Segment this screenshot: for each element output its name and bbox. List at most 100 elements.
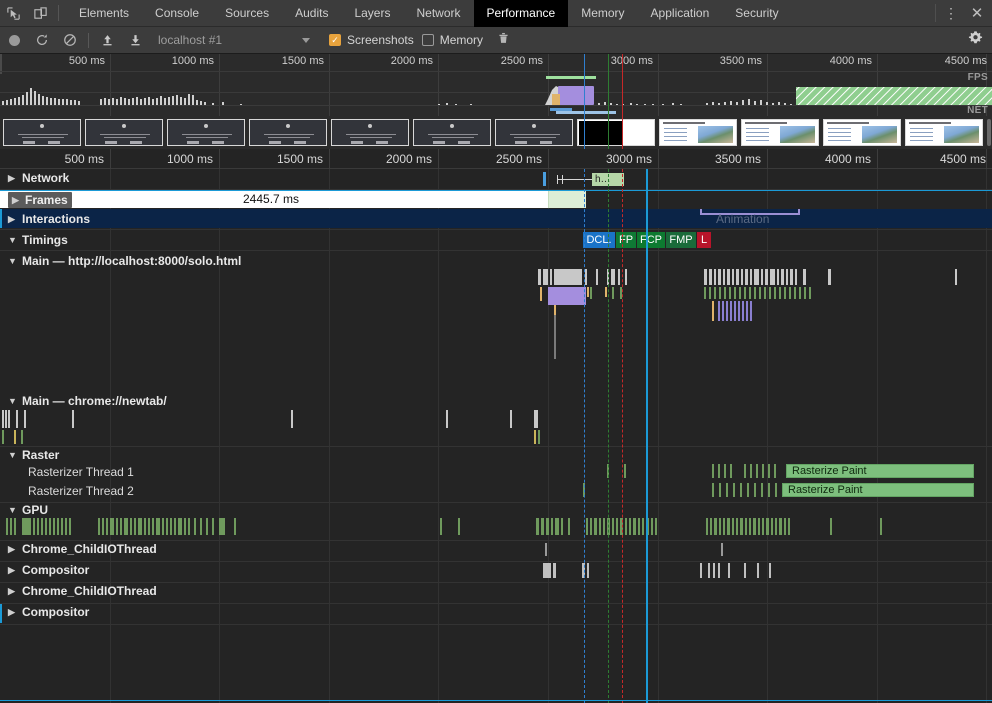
flamechart-tracks[interactable]: ▶ Network h… 2445.7 ms ▶ Frames Animatio… (0, 169, 992, 703)
thumb-page-text (746, 136, 769, 137)
clear-button[interactable] (56, 27, 84, 54)
memory-toggle[interactable]: Memory (421, 33, 483, 47)
chrome-childio-1-events[interactable] (0, 542, 992, 558)
track-header-network[interactable]: ▶ Network (8, 171, 69, 185)
tab-security[interactable]: Security (722, 0, 791, 27)
ruler-gridline (438, 149, 439, 169)
timing-marker-load[interactable]: L (697, 232, 711, 248)
session-selector[interactable]: localhost #1 (149, 27, 321, 54)
timeline-overview[interactable]: 500 ms 1000 ms 1500 ms 2000 ms 2500 ms 3… (0, 54, 992, 116)
tabbar-divider-right (935, 4, 936, 22)
ruler-tick-label: 1500 ms (276, 152, 323, 166)
main-newtab-flamechart[interactable] (0, 410, 992, 454)
network-request-start[interactable] (543, 172, 546, 186)
gear-icon[interactable] (968, 30, 983, 50)
tab-elements[interactable]: Elements (66, 0, 142, 27)
thumb-page-text (746, 128, 769, 129)
screenshots-checkbox-icon[interactable]: ✓ (329, 34, 341, 46)
tabbar-spacer (792, 0, 931, 26)
track-header-main-newtab[interactable]: ▼ Main — chrome://newtab/ (8, 394, 167, 408)
screenshots-toggle[interactable]: ✓ Screenshots (329, 33, 414, 47)
timing-marker-fcp[interactable]: FCP (637, 232, 665, 248)
interactions-selection-edge (0, 209, 2, 228)
tab-application[interactable]: Application (638, 0, 723, 27)
thumb-block (105, 141, 117, 144)
tab-console[interactable]: Console (142, 0, 212, 27)
collect-garbage-button[interactable] (497, 31, 510, 50)
track-divider (0, 603, 992, 604)
ruler-tick-label: 3500 ms (714, 152, 761, 166)
thumb-page-text (746, 140, 769, 141)
load-marker-line (622, 169, 623, 703)
filmstrip[interactable] (0, 116, 992, 149)
gpu-flamechart[interactable] (0, 518, 992, 540)
thumb-line (514, 137, 556, 138)
track-header-interactions[interactable]: ▶ Interactions (8, 212, 90, 226)
record-button[interactable] (0, 27, 28, 54)
reload-and-record-button[interactable] (28, 27, 56, 54)
filmstrip-dcl-marker (584, 116, 585, 149)
thumb-line (350, 137, 392, 138)
thumb-page-text (664, 140, 687, 141)
chevron-right-icon: ▶ (8, 606, 15, 617)
track-header-frames[interactable]: ▶ Frames (8, 192, 72, 208)
timing-marker-fmp[interactable]: FMP (666, 232, 696, 248)
filmstrip-thumbnail[interactable] (659, 119, 737, 146)
more-options-icon[interactable]: ⋮ (940, 0, 962, 27)
track-header-compositor-2[interactable]: ▶ Compositor (8, 605, 89, 619)
ruler-tick-label: 4000 ms (824, 152, 871, 166)
filmstrip-thumbnail[interactable] (905, 119, 983, 146)
track-header-main-solo[interactable]: ▼ Main — http://localhost:8000/solo.html (8, 254, 241, 268)
frames-duration-label: 2445.7 ms (243, 192, 300, 206)
memory-checkbox-icon[interactable] (421, 34, 434, 46)
compositor-1-events[interactable] (0, 562, 992, 580)
filmstrip-thumbnail[interactable] (577, 119, 655, 146)
track-header-timings[interactable]: ▼ Timings (8, 233, 68, 247)
filmstrip-fcp-marker (608, 116, 609, 149)
timing-marker-fp[interactable]: FP (616, 232, 636, 248)
filmstrip-thumbnail[interactable] (249, 119, 327, 146)
tab-memory[interactable]: Memory (568, 0, 637, 27)
overview-dcl-marker (584, 54, 585, 116)
filmstrip-thumbnail[interactable] (167, 119, 245, 146)
filmstrip-thumbnail[interactable] (85, 119, 163, 146)
timeline-cursor[interactable] (646, 169, 648, 703)
save-profile-button[interactable] (121, 27, 149, 54)
timing-marker-dcl[interactable]: DCL. (583, 232, 615, 248)
filmstrip-thumbnail[interactable] (331, 119, 409, 146)
thumb-page-text (746, 132, 769, 133)
track-header-gpu[interactable]: ▼ GPU (8, 503, 48, 517)
ruler-gridline (110, 149, 111, 169)
tab-layers[interactable]: Layers (341, 0, 403, 27)
filmstrip-thumbnail[interactable] (823, 119, 901, 146)
thumb-page-image (944, 126, 979, 143)
tab-sources[interactable]: Sources (212, 0, 282, 27)
device-toolbar-icon[interactable] (27, 0, 54, 27)
track-divider (0, 624, 992, 625)
filmstrip-thumbnail[interactable] (495, 119, 573, 146)
filmstrip-thumbnail[interactable] (3, 119, 81, 146)
overview-fcp-marker (608, 54, 609, 116)
thumb-dot (286, 124, 290, 128)
track-header-chrome-childio-2[interactable]: ▶ Chrome_ChildIOThread (8, 584, 157, 598)
filmstrip-thumbnail[interactable] (413, 119, 491, 146)
frames-title-chip[interactable]: ▶ Frames (8, 192, 72, 208)
tab-audits[interactable]: Audits (282, 0, 341, 27)
filmstrip-scrollbar[interactable] (987, 119, 991, 146)
thumb-page-image (698, 126, 733, 143)
interactions-track-background[interactable] (0, 209, 992, 228)
track-header-raster[interactable]: ▼ Raster (8, 448, 59, 462)
thumb-block (515, 141, 527, 144)
frames-green-segment[interactable] (548, 191, 586, 208)
tab-network[interactable]: Network (403, 0, 473, 27)
thumb-line (264, 134, 314, 135)
track-label-chrome-childio-2: Chrome_ChildIOThread (22, 584, 157, 598)
track-label-timings: Timings (22, 233, 68, 247)
filmstrip-thumbnail[interactable] (741, 119, 819, 146)
load-profile-button[interactable] (93, 27, 121, 54)
inspect-element-icon[interactable] (0, 0, 27, 27)
performance-toolbar: localhost #1 ✓ Screenshots Memory (0, 27, 992, 54)
main-solo-flamechart[interactable] (0, 269, 992, 409)
tab-performance[interactable]: Performance (473, 0, 569, 27)
close-icon[interactable]: ✕ (962, 0, 992, 27)
